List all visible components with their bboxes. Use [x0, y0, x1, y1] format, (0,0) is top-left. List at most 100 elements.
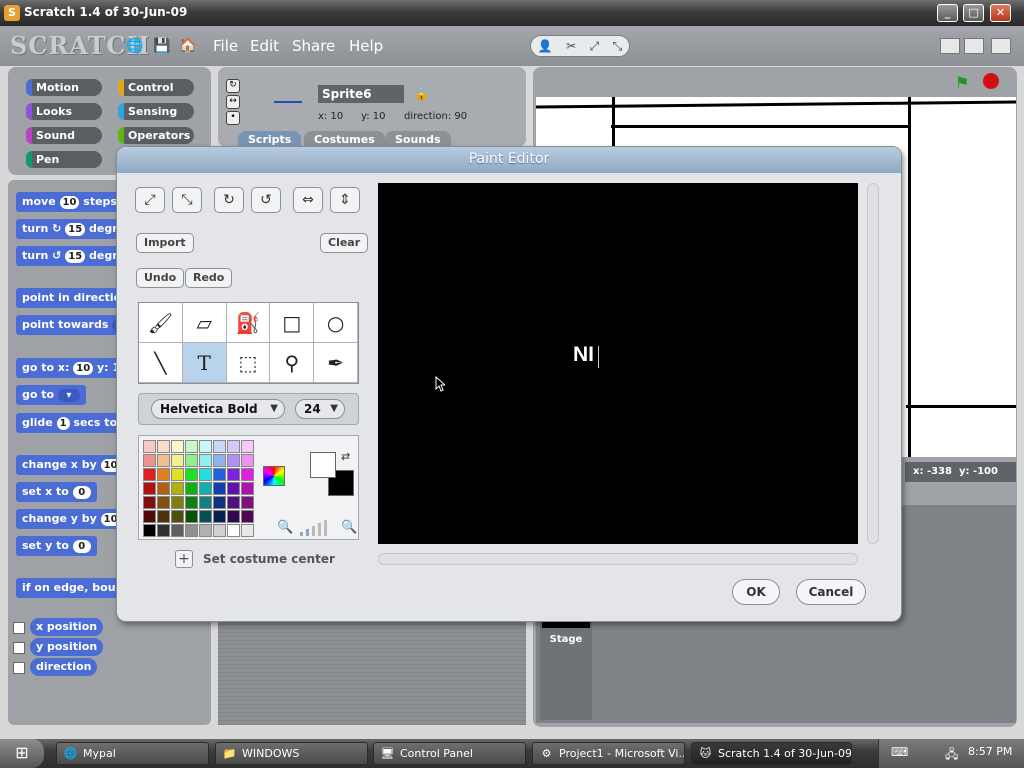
color-swatch[interactable]	[143, 454, 156, 467]
minimize-button[interactable]: _	[937, 4, 958, 22]
color-swatch[interactable]	[171, 510, 184, 523]
scripts-area[interactable]	[218, 620, 526, 725]
color-swatch[interactable]	[227, 510, 240, 523]
color-swatch[interactable]	[171, 440, 184, 453]
category-control[interactable]: Control	[118, 79, 194, 96]
block-input[interactable]: 0	[72, 539, 91, 553]
redo-button[interactable]: Redo	[185, 268, 233, 288]
dialog-title[interactable]: Paint Editor	[117, 147, 901, 173]
line-icon[interactable]: ╲	[139, 343, 183, 383]
save-icon[interactable]: 💾	[153, 37, 171, 55]
font-size-select[interactable]: 24 ▼	[295, 399, 345, 419]
task-scratch[interactable]: 🐱 Scratch 1.4 of 30-Jun-09	[691, 742, 852, 765]
cancel-button[interactable]: Cancel	[796, 579, 866, 605]
undo-button[interactable]: Undo	[136, 268, 185, 288]
reporter-x-position[interactable]: x position	[30, 618, 104, 636]
color-swatch[interactable]	[143, 482, 156, 495]
checkbox-y-position[interactable]	[13, 642, 25, 654]
color-swatch[interactable]	[241, 482, 254, 495]
presentation-mode-button[interactable]	[991, 38, 1011, 54]
rotate-cw-icon[interactable]: ↻	[214, 187, 244, 213]
eraser-icon[interactable]: ▱	[182, 303, 227, 343]
color-swatch[interactable]	[241, 510, 254, 523]
color-swatch[interactable]	[241, 496, 254, 509]
clear-button[interactable]: Clear	[320, 233, 369, 253]
lock-icon[interactable]: 🔒	[414, 87, 429, 101]
rectangle-icon[interactable]: □	[270, 303, 315, 343]
color-swatch[interactable]	[185, 510, 198, 523]
block-set-y[interactable]: set y to 0	[16, 536, 97, 556]
block-go-to-xy[interactable]: go to x: 10 y: 1	[16, 358, 127, 378]
reporter-y-position[interactable]: y position	[30, 638, 104, 656]
stage-thumbnail[interactable]: Stage	[540, 620, 592, 720]
color-swatch[interactable]	[227, 440, 240, 453]
share-icon[interactable]: 🏠	[179, 37, 197, 55]
block-set-x[interactable]: set x to 0	[16, 482, 97, 502]
globe-icon[interactable]: 🌐	[126, 37, 144, 55]
reporter-direction[interactable]: direction	[30, 658, 98, 676]
block-point-towards[interactable]: point towards	[16, 315, 133, 335]
ellipse-icon[interactable]: ○	[314, 303, 358, 343]
color-swatch[interactable]	[199, 482, 212, 495]
color-swatch[interactable]	[213, 454, 226, 467]
color-swatch[interactable]	[227, 496, 240, 509]
network-icon[interactable]: 🖧	[945, 745, 958, 766]
checkbox-direction[interactable]	[13, 662, 25, 674]
rotate-ccw-icon[interactable]: ↺	[251, 187, 281, 213]
color-swatch[interactable]	[241, 454, 254, 467]
start-button[interactable]: ⊞	[0, 739, 44, 768]
color-swatch[interactable]	[143, 510, 156, 523]
color-swatch[interactable]	[213, 468, 226, 481]
block-go-to[interactable]: go to ▾	[16, 385, 86, 405]
color-swatch[interactable]	[213, 524, 226, 537]
color-swatch[interactable]	[143, 440, 156, 453]
paint-canvas[interactable]: NI	[378, 183, 858, 544]
menu-help[interactable]: Help	[349, 37, 383, 55]
duplicate-icon[interactable]: 👤	[538, 39, 553, 53]
color-swatch[interactable]	[199, 468, 212, 481]
color-swatch[interactable]	[171, 482, 184, 495]
color-swatch[interactable]	[143, 468, 156, 481]
eyedropper-icon[interactable]: ✒	[314, 343, 358, 383]
normal-stage-button[interactable]	[964, 38, 984, 54]
block-change-y[interactable]: change y by 10	[16, 509, 127, 529]
sprite-name-field[interactable]: Sprite6	[318, 85, 404, 103]
zoom-in-icon[interactable]: 🔍	[341, 520, 357, 535]
ok-button[interactable]: OK	[732, 579, 780, 605]
color-swatch[interactable]	[185, 496, 198, 509]
grow-icon[interactable]: ⤢	[135, 187, 165, 213]
color-swatch[interactable]	[199, 440, 212, 453]
color-swatch[interactable]	[171, 468, 184, 481]
paintbrush-icon[interactable]: 🖌	[139, 303, 183, 343]
color-swatch[interactable]	[143, 524, 156, 537]
task-windows[interactable]: 📁 WINDOWS	[215, 742, 368, 765]
block-turn-right[interactable]: turn ↻ 15 degr	[16, 219, 124, 239]
clock[interactable]: 8:57 PM	[968, 745, 1012, 758]
block-input[interactable]: 15	[65, 222, 86, 236]
color-swatch[interactable]	[213, 510, 226, 523]
task-project1[interactable]: ⚙ Project1 - Microsoft Vi...	[532, 742, 685, 765]
category-looks[interactable]: Looks	[26, 103, 102, 120]
color-swatch[interactable]	[171, 496, 184, 509]
block-input[interactable]: 10	[73, 361, 94, 375]
maximize-button[interactable]: □	[963, 4, 984, 22]
color-swatch[interactable]	[213, 482, 226, 495]
delete-icon[interactable]: ✂	[566, 39, 576, 53]
color-swatch[interactable]	[227, 468, 240, 481]
color-swatch[interactable]	[157, 468, 170, 481]
category-operators[interactable]: Operators	[118, 127, 194, 144]
color-swatch[interactable]	[199, 454, 212, 467]
foreground-color[interactable]	[310, 452, 336, 478]
stop-icon[interactable]	[983, 73, 999, 89]
color-swatch[interactable]	[171, 454, 184, 467]
block-input[interactable]: 1	[56, 416, 70, 430]
font-select[interactable]: Helvetica Bold ▼	[151, 399, 285, 419]
flip-vertical-icon[interactable]: ⇕	[330, 187, 360, 213]
color-swatch[interactable]	[157, 454, 170, 467]
flip-style-icon[interactable]: ↔	[226, 95, 240, 109]
category-pen[interactable]: Pen	[26, 151, 102, 168]
block-input[interactable]: 0	[72, 485, 91, 499]
zoom-out-icon[interactable]: 🔍	[277, 520, 293, 535]
color-swatch[interactable]	[157, 510, 170, 523]
color-swatch[interactable]	[157, 440, 170, 453]
